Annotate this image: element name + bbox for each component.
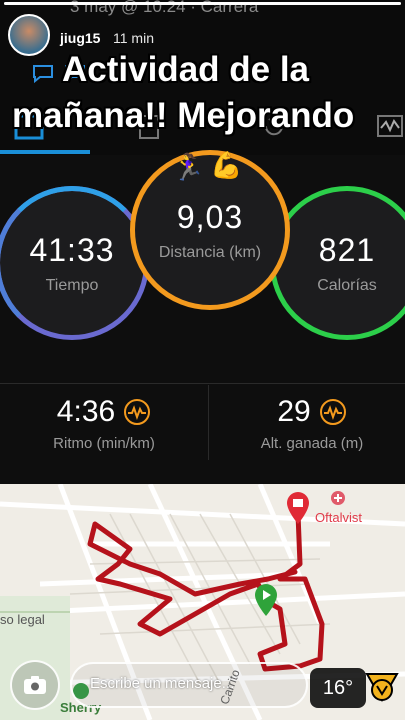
pace-value: 4:36	[56, 395, 116, 428]
story-username[interactable]: jiug15	[60, 30, 100, 46]
pulse-icon	[124, 399, 151, 425]
medical-icon	[331, 491, 345, 505]
distance-label: Distancia (km)	[158, 243, 262, 261]
divider	[208, 385, 209, 460]
weather-sticker[interactable]: 16°	[310, 668, 366, 708]
story-progress-bar	[4, 2, 401, 5]
elevation-value: 29	[277, 395, 311, 428]
story-time-ago: 11 min	[113, 30, 154, 46]
caption-line-2: mañana!! Mejorando	[12, 96, 355, 135]
pulse-icon	[319, 399, 346, 425]
avatar[interactable]	[8, 14, 50, 56]
time-ring: 41:33 Tiempo	[0, 186, 149, 340]
start-pin-icon[interactable]	[252, 582, 280, 618]
weather-temperature: 16°	[322, 676, 354, 699]
active-tab-underline	[0, 150, 90, 154]
camera-icon	[24, 676, 46, 694]
message-placeholder: Escribe un mensaje...	[90, 675, 235, 692]
chat-icon[interactable]	[30, 60, 56, 86]
calories-label: Calorías	[317, 276, 377, 294]
distance-value: 9,03	[176, 198, 244, 235]
calories-value: 821	[318, 231, 376, 268]
story-progress-fill	[4, 2, 401, 5]
divider	[0, 383, 405, 384]
caption-line-1: Actividad de la	[62, 50, 310, 89]
elevation-stat[interactable]: 29 Alt. ganada (m)	[212, 395, 405, 452]
chart-icon[interactable]	[376, 114, 404, 140]
runner-emoji: 🏃‍♀️	[172, 152, 205, 182]
place-label-oftalvist: Oftalvist	[315, 510, 362, 525]
pace-label: Ritmo (min/km)	[53, 435, 155, 452]
time-value: 41:33	[29, 231, 115, 268]
pace-stat[interactable]: 4:36 Ritmo (min/km)	[4, 395, 204, 452]
place-label-legal: so legal	[0, 612, 45, 627]
time-label: Tiempo	[45, 276, 99, 294]
elevation-label: Alt. ganada (m)	[260, 435, 364, 452]
camera-button[interactable]	[10, 660, 60, 710]
send-icon[interactable]	[364, 668, 400, 708]
finish-pin-icon[interactable]	[284, 490, 312, 526]
flexed-arm-emoji: 💪	[210, 150, 243, 180]
